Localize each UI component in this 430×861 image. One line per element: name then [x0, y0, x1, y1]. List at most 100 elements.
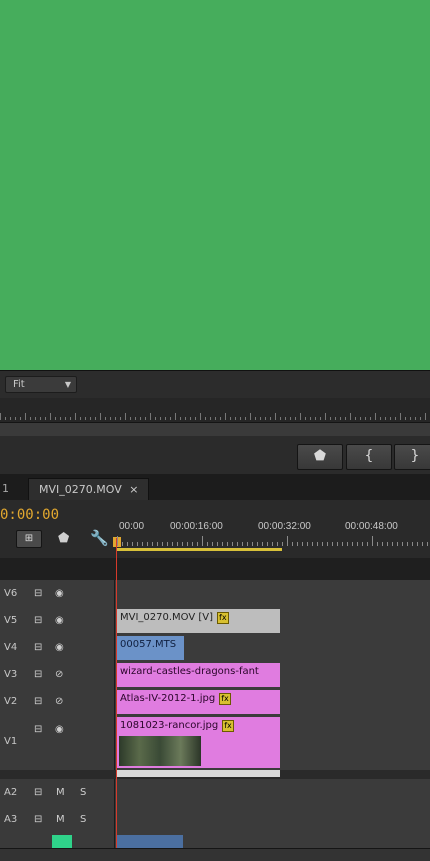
add-marker-icon[interactable]: ⬟	[58, 531, 69, 546]
playhead-line[interactable]	[116, 538, 117, 860]
tab-sequence-active[interactable]: MVI_0270.MOV ×	[28, 478, 150, 501]
track-name-v6: V6	[4, 588, 18, 599]
ruler-tick	[345, 417, 346, 420]
fx-badge-icon: fx	[222, 720, 234, 732]
ruler-tick	[365, 417, 366, 420]
sync-lock-icon[interactable]: ⊟	[34, 696, 42, 707]
timeline-ruler-tick	[237, 542, 238, 546]
sync-lock-icon[interactable]: ⊟	[34, 669, 42, 680]
timeline-ruler-tick	[137, 542, 138, 546]
timeline-ruler-tick	[297, 542, 298, 546]
eye-hidden-icon[interactable]: ⊘	[55, 669, 63, 680]
ruler-tick	[165, 417, 166, 420]
sync-lock-icon[interactable]: ⊟	[34, 588, 42, 599]
eye-hidden-icon[interactable]: ⊘	[55, 696, 63, 707]
ruler-tick	[50, 413, 51, 420]
timeline-ruler-tick	[152, 542, 153, 546]
mark-in-icon: {	[364, 448, 374, 464]
clip-v5[interactable]: MVI_0270.MOV [V] fx	[117, 609, 280, 633]
clip-v4[interactable]: 00057.MTS	[117, 636, 184, 660]
eye-icon[interactable]: ◉	[55, 615, 64, 626]
playhead-timecode[interactable]: 0:00:00	[0, 507, 59, 523]
work-area-bar[interactable]	[117, 548, 282, 551]
ruler-tick	[80, 417, 81, 420]
track-v4	[0, 634, 430, 662]
clip-label: Atlas-IV-2012-1.jpg	[120, 693, 216, 704]
eye-icon[interactable]: ◉	[55, 724, 64, 735]
ruler-tick	[405, 417, 406, 420]
track-name-v4: V4	[4, 642, 18, 653]
mark-in-button[interactable]: {	[346, 444, 392, 470]
ruler-tick	[200, 413, 201, 420]
ruler-tick	[375, 413, 376, 420]
sync-lock-icon[interactable]: ⊟	[34, 814, 42, 825]
mute-button[interactable]: M	[56, 787, 65, 798]
ruler-tick	[310, 417, 311, 420]
timeline-ruler-tick	[122, 542, 123, 546]
ruler-tick	[340, 417, 341, 420]
sync-lock-icon[interactable]: ⊟	[34, 787, 42, 798]
ruler-tick	[325, 413, 326, 420]
mark-out-button[interactable]: }	[394, 444, 430, 470]
sync-lock-icon[interactable]: ⊟	[34, 642, 42, 653]
clip-label: 00057.MTS	[120, 639, 177, 650]
eye-icon[interactable]: ◉	[55, 588, 64, 599]
ruler-tick	[160, 417, 161, 420]
ruler-tick	[60, 417, 61, 420]
timeline-ruler-tick	[222, 542, 223, 546]
timeline-ruler-tick	[272, 542, 273, 546]
sync-lock-icon[interactable]: ⊟	[34, 615, 42, 626]
ruler-tick	[100, 413, 101, 420]
close-icon[interactable]: ×	[129, 483, 138, 496]
fx-badge-icon: fx	[217, 612, 229, 624]
ruler-tick	[285, 417, 286, 420]
timeline-ruler-tick	[167, 542, 168, 546]
add-marker-button[interactable]: ⬟	[297, 444, 343, 470]
track-name-v5: V5	[4, 615, 18, 626]
track-name-v3: V3	[4, 669, 18, 680]
clip-v2[interactable]: Atlas-IV-2012-1.jpg fx	[117, 690, 280, 714]
ruler-tick	[130, 417, 131, 420]
track-body[interactable]	[115, 580, 430, 607]
timeline-ruler-tick	[192, 542, 193, 546]
audio-clip-bar[interactable]	[117, 770, 280, 777]
track-body[interactable]	[115, 806, 430, 833]
ruler-tick	[260, 417, 261, 420]
timeline-ruler-tick	[147, 542, 148, 546]
ruler-tick	[105, 417, 106, 420]
ruler-tick	[170, 417, 171, 420]
clip-label: 1081023-rancor.jpg	[120, 720, 219, 731]
track-body[interactable]	[115, 779, 430, 806]
eye-icon[interactable]: ◉	[55, 642, 64, 653]
snap-button[interactable]: ⊞	[16, 530, 42, 548]
ruler-tick	[270, 417, 271, 420]
ruler-tick	[175, 413, 176, 420]
solo-button[interactable]: S	[80, 814, 86, 825]
mute-button[interactable]: M	[56, 814, 65, 825]
zoom-select[interactable]: Fit ▼	[5, 376, 77, 393]
timeline-ruler-tick	[162, 542, 163, 546]
timeline-ruler-tick	[127, 542, 128, 546]
clip-v3[interactable]: wizard-castles-dragons-fant	[117, 663, 280, 687]
timeline-scrollbar[interactable]	[0, 848, 430, 861]
wrench-icon[interactable]: 🔧	[90, 529, 109, 547]
ruler-label-2: 00:00:32:00	[258, 521, 311, 532]
sync-lock-icon[interactable]: ⊟	[34, 724, 42, 735]
ruler-tick	[65, 417, 66, 420]
timeline-ruler-tick	[282, 542, 283, 546]
timeline-ruler-tick	[232, 542, 233, 546]
timeline-ruler-tick	[277, 542, 278, 546]
monitor-time-ruler[interactable]	[0, 398, 430, 422]
timeline-ruler-tick	[397, 542, 398, 546]
ruler-tick	[210, 417, 211, 420]
ruler-label-0: 00:00	[119, 521, 145, 532]
timeline-ruler-tick	[307, 542, 308, 546]
ruler-tick	[305, 417, 306, 420]
ruler-tick	[150, 413, 151, 420]
solo-button[interactable]: S	[80, 787, 86, 798]
timeline-ruler-tick	[337, 542, 338, 546]
tab-previous-sequence[interactable]: 1	[2, 478, 9, 500]
ruler-tick	[85, 417, 86, 420]
track-name-a3: A3	[4, 814, 18, 825]
ruler-tick	[25, 413, 26, 420]
